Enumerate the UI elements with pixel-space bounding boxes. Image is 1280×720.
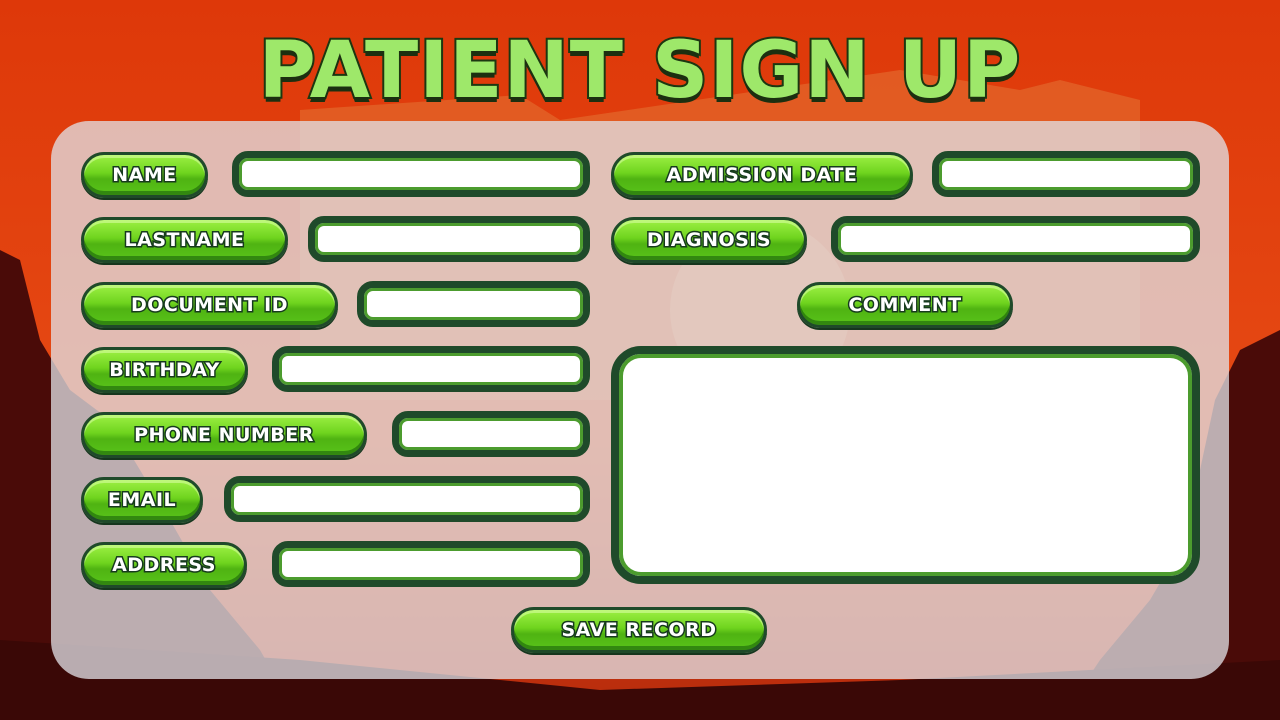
- diagnosis-field: [831, 216, 1200, 262]
- address-field: [272, 541, 590, 587]
- birthday-input[interactable]: [279, 353, 583, 385]
- comment-label-button[interactable]: COMMENT: [797, 282, 1013, 328]
- name-label-button[interactable]: NAME: [81, 152, 208, 198]
- admission-date-label-button[interactable]: ADMISSION DATE: [611, 152, 913, 198]
- admission-date-input[interactable]: [939, 158, 1193, 190]
- comment-box: [611, 346, 1200, 584]
- save-record-button[interactable]: SAVE RECORD: [511, 607, 767, 653]
- birthday-label-button[interactable]: BIRTHDAY: [81, 347, 248, 393]
- email-label-button[interactable]: EMAIL: [81, 477, 203, 523]
- address-input[interactable]: [279, 548, 583, 580]
- phone-number-field: [392, 411, 590, 457]
- email-field: [224, 476, 590, 522]
- lastname-label-button[interactable]: LASTNAME: [81, 217, 288, 263]
- comment-textarea[interactable]: [619, 354, 1192, 576]
- name-field: [232, 151, 590, 197]
- document-id-field: [357, 281, 590, 327]
- address-label-button[interactable]: ADDRESS: [81, 542, 247, 588]
- phone-number-label-button[interactable]: PHONE NUMBER: [81, 412, 367, 458]
- document-id-label-button[interactable]: DOCUMENT ID: [81, 282, 338, 328]
- admission-date-field: [932, 151, 1200, 197]
- lastname-field: [308, 216, 590, 262]
- lastname-input[interactable]: [315, 223, 583, 255]
- diagnosis-label-button[interactable]: DIAGNOSIS: [611, 217, 807, 263]
- email-input[interactable]: [231, 483, 583, 515]
- birthday-field: [272, 346, 590, 392]
- diagnosis-input[interactable]: [838, 223, 1193, 255]
- name-input[interactable]: [239, 158, 583, 190]
- phone-number-input[interactable]: [399, 418, 583, 450]
- document-id-input[interactable]: [364, 288, 583, 320]
- page-title: PATIENT SIGN UP: [257, 24, 1023, 118]
